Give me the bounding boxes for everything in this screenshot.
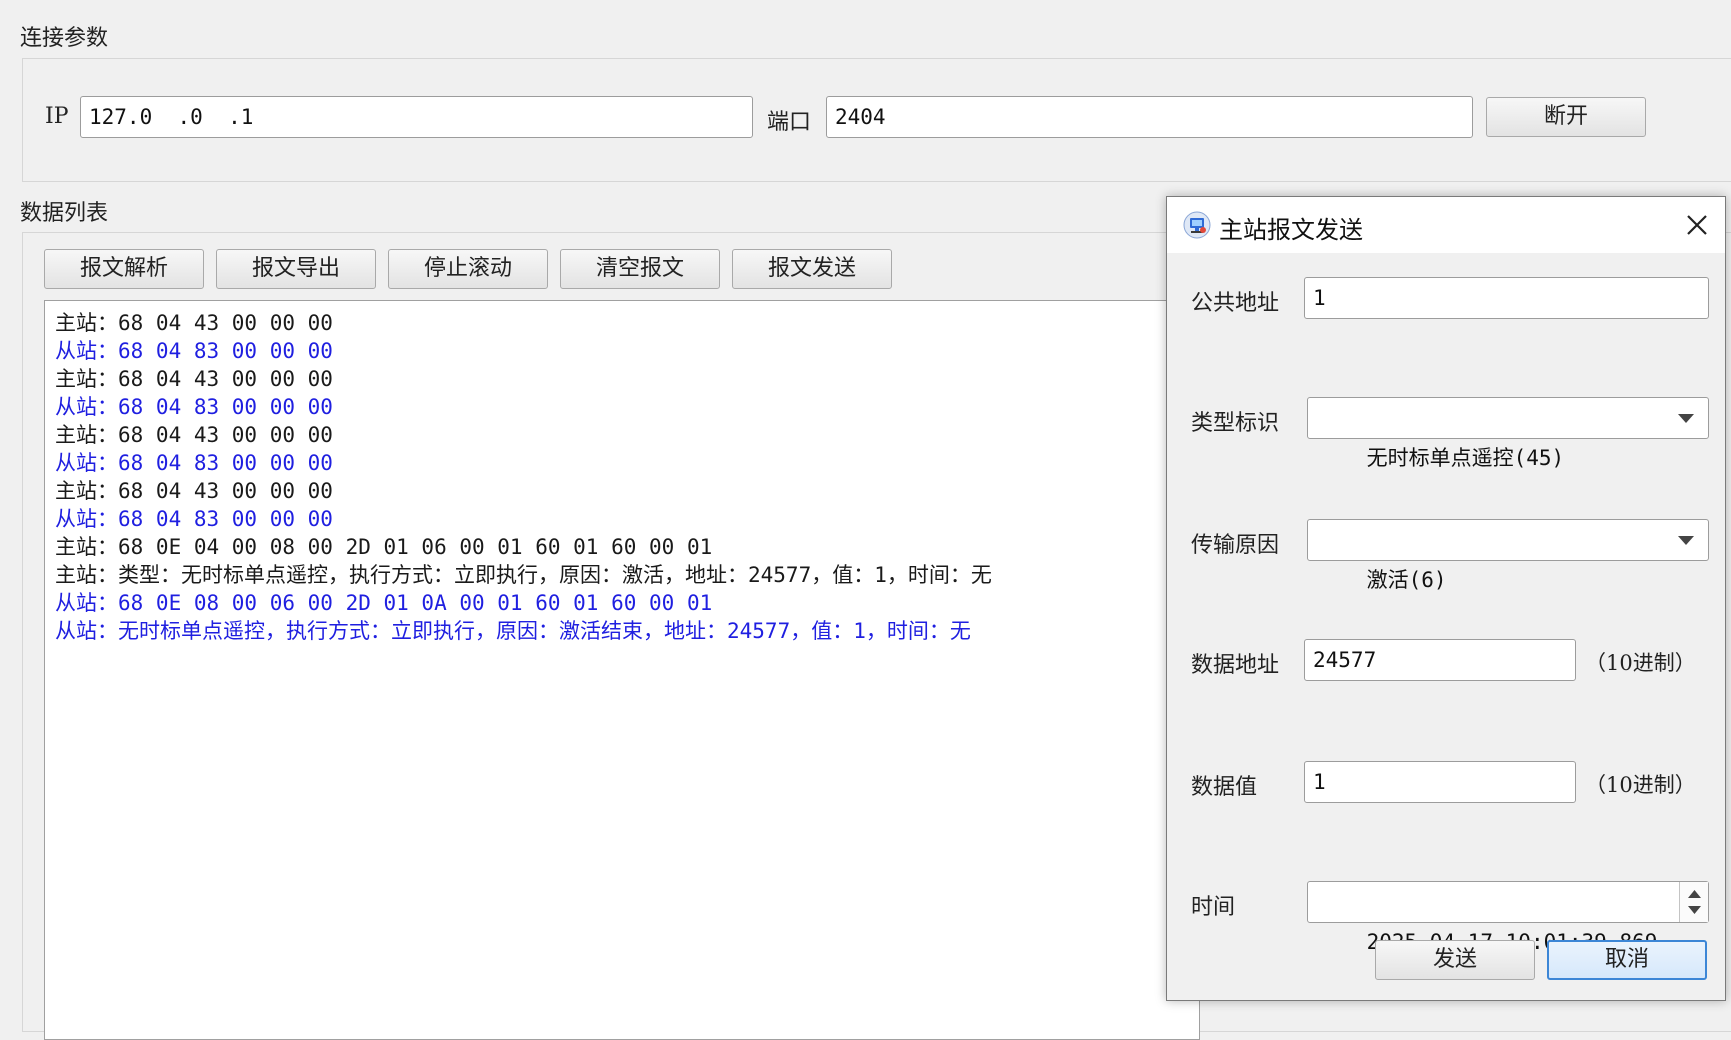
send-message-button[interactable]: 报文发送 [732, 249, 892, 289]
data-value-unit: （10进制） [1585, 773, 1696, 797]
log-line: 从站：68 04 83 00 00 00 [55, 507, 333, 531]
stop-scroll-button[interactable]: 停止滚动 [388, 249, 548, 289]
data-value-label: 数据值 [1191, 775, 1258, 800]
log-line: 主站：68 0E 04 00 08 00 2D 01 06 00 01 60 0… [55, 535, 713, 559]
ip-label: IP [45, 104, 69, 129]
dialog-titlebar[interactable]: 主站报文发送 [1167, 197, 1725, 253]
cause-label: 传输原因 [1191, 533, 1280, 558]
type-id-select[interactable]: 无时标单点遥控(45) [1307, 397, 1709, 470]
cause-select[interactable]: 激活(6) [1307, 519, 1709, 592]
time-spinner[interactable] [1679, 882, 1708, 922]
send-message-dialog: 主站报文发送 公共地址 1 类型标识 无时标单点遥控(45) 传输原因 激活(6… [1166, 196, 1726, 1001]
network-computer-icon [1183, 211, 1211, 239]
send-button[interactable]: 发送 [1375, 940, 1535, 980]
close-icon[interactable] [1683, 211, 1711, 239]
clear-message-button[interactable]: 清空报文 [560, 249, 720, 289]
log-line: 主站：类型：无时标单点遥控，执行方式：立即执行，原因：激活，地址：24577，值… [55, 563, 992, 587]
type-id-value: 无时标单点遥控(45) [1366, 446, 1565, 470]
time-input[interactable]: 2025-04-17 10:01:39.869 [1307, 881, 1709, 954]
data-list-section-title: 数据列表 [20, 201, 109, 226]
spinner-arrows-icon [1688, 890, 1701, 914]
common-address-label: 公共地址 [1191, 291, 1280, 316]
log-line: 主站：68 04 43 00 00 00 [55, 311, 333, 335]
log-line: 从站：68 04 83 00 00 00 [55, 451, 333, 475]
log-line: 从站：68 04 83 00 00 00 [55, 395, 333, 419]
parse-message-button[interactable]: 报文解析 [44, 249, 204, 289]
data-address-unit: （10进制） [1585, 651, 1696, 675]
ip-input[interactable]: 127.0 .0 .1 [80, 96, 753, 138]
export-message-button[interactable]: 报文导出 [216, 249, 376, 289]
log-line: 主站：68 04 43 00 00 00 [55, 423, 333, 447]
data-address-label: 数据地址 [1191, 653, 1280, 678]
type-id-label: 类型标识 [1191, 411, 1280, 436]
data-value-input[interactable]: 1 [1304, 761, 1576, 803]
chevron-down-icon [1678, 414, 1694, 423]
connection-section-title: 连接参数 [20, 26, 109, 51]
disconnect-button[interactable]: 断开 [1486, 97, 1646, 137]
cancel-button[interactable]: 取消 [1547, 940, 1707, 980]
chevron-down-icon [1678, 536, 1694, 545]
port-label: 端口 [767, 110, 812, 135]
time-label: 时间 [1191, 895, 1236, 920]
port-input[interactable]: 2404 [826, 96, 1473, 138]
log-line: 主站：68 04 43 00 00 00 [55, 479, 333, 503]
common-address-input[interactable]: 1 [1304, 277, 1709, 319]
dialog-title: 主站报文发送 [1219, 216, 1363, 244]
log-line: 从站：68 04 83 00 00 00 [55, 339, 333, 363]
cause-value: 激活(6) [1366, 568, 1447, 592]
log-line: 从站：无时标单点遥控，执行方式：立即执行，原因：激活结束，地址：24577，值：… [55, 619, 971, 643]
log-line: 主站：68 04 43 00 00 00 [55, 367, 333, 391]
log-line: 从站：68 0E 08 00 06 00 2D 01 0A 00 01 60 0… [55, 591, 713, 615]
data-address-input[interactable]: 24577 [1304, 639, 1576, 681]
message-log[interactable]: 主站：68 04 43 00 00 00 从站：68 04 83 00 00 0… [44, 300, 1200, 1040]
